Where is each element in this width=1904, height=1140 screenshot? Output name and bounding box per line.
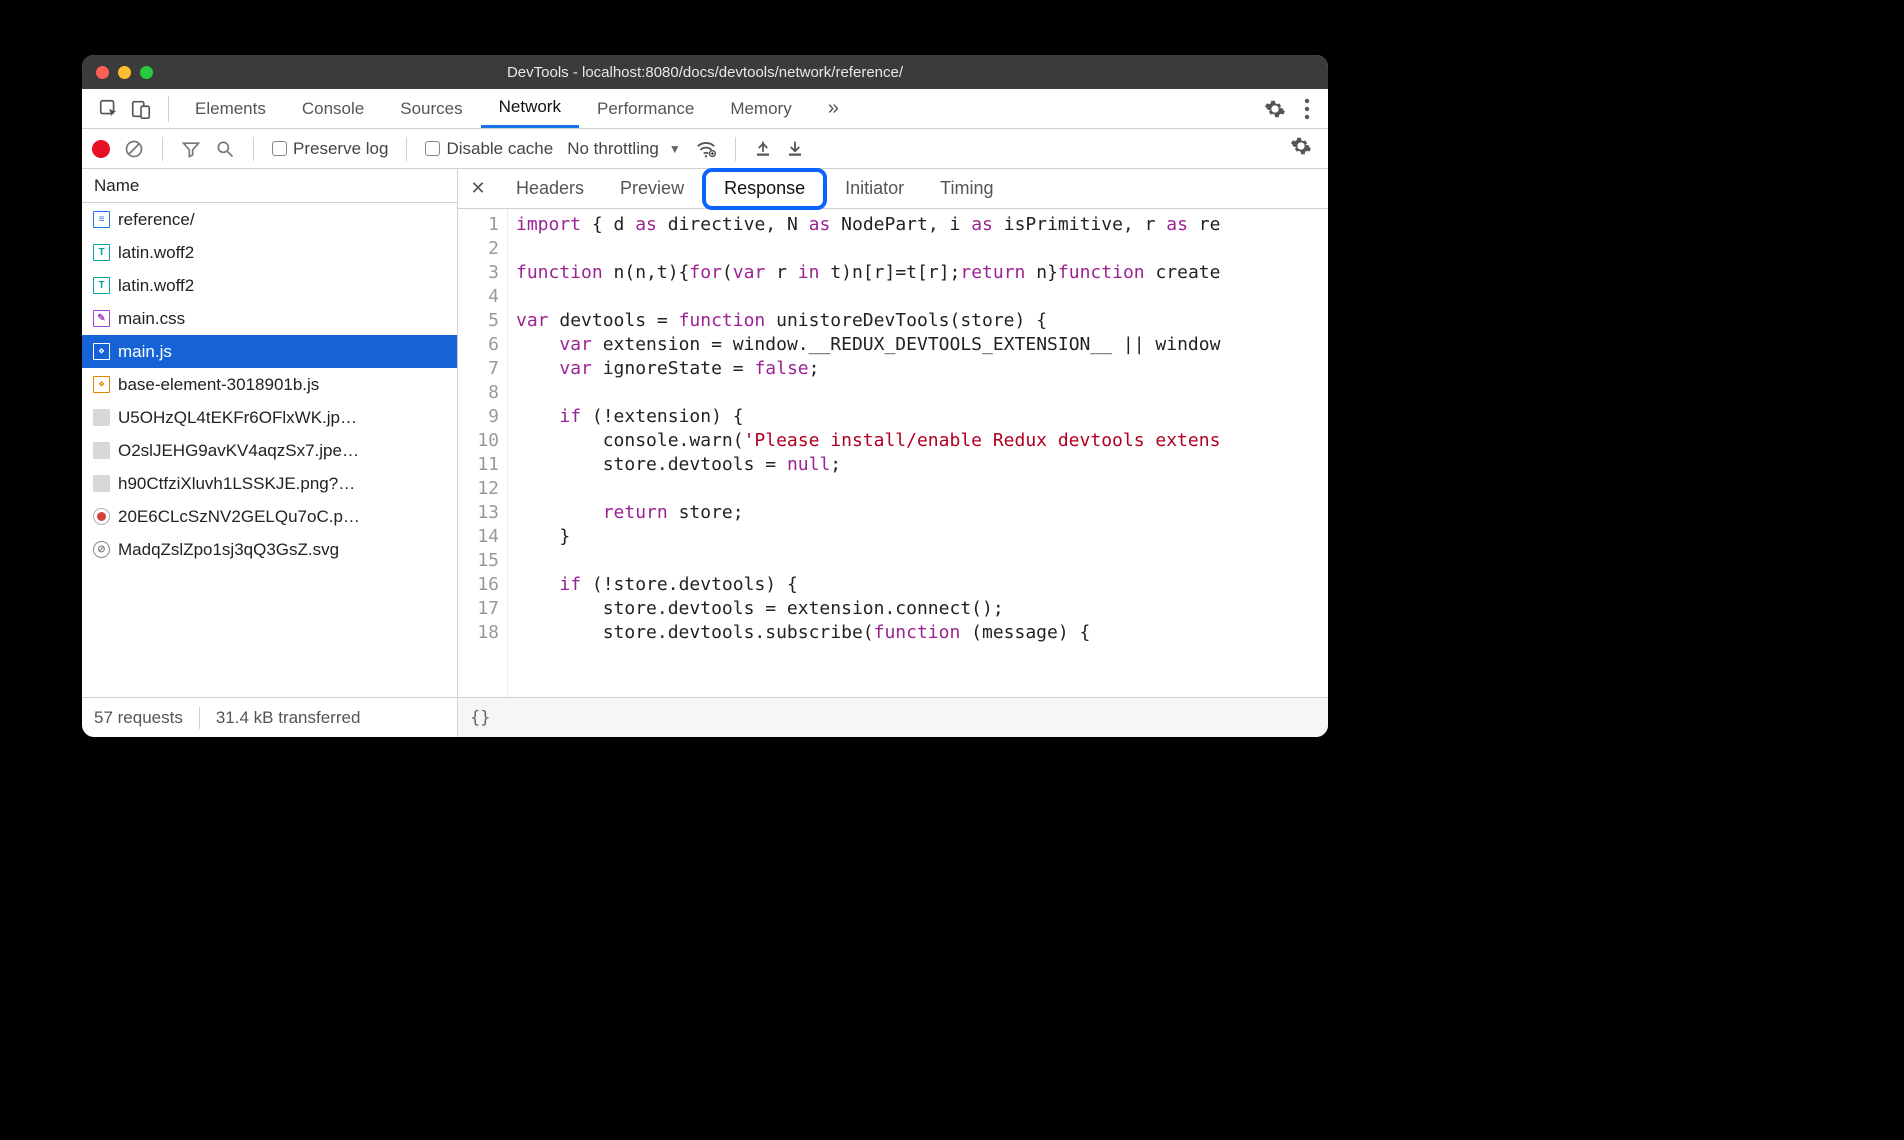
more-tabs-button[interactable]: » — [810, 89, 857, 128]
disable-cache-checkbox[interactable]: Disable cache — [425, 139, 553, 159]
js-file-icon: ⋄ — [93, 343, 110, 360]
font-file-icon: T — [93, 244, 110, 261]
request-name: U5OHzQL4tEKFr6OFlxWK.jp… — [118, 408, 357, 428]
svg-file-icon: ⊘ — [93, 541, 110, 558]
disable-cache-label: Disable cache — [446, 139, 553, 158]
window-title: DevTools - localhost:8080/docs/devtools/… — [82, 64, 1328, 81]
detail-tab-timing[interactable]: Timing — [922, 169, 1011, 208]
separator — [406, 137, 407, 161]
request-row[interactable]: 20E6CLcSzNV2GELQu7oC.p… — [82, 500, 457, 533]
code-content: import { d as directive, N as NodePart, … — [508, 209, 1328, 697]
detail-footer: {} — [458, 697, 1328, 737]
maximize-window-button[interactable] — [140, 66, 153, 79]
request-row[interactable]: U5OHzQL4tEKFr6OFlxWK.jp… — [82, 401, 457, 434]
request-name: MadqZslZpo1sj3qQ3GsZ.svg — [118, 540, 339, 560]
request-name: latin.woff2 — [118, 243, 194, 263]
minimize-window-button[interactable] — [118, 66, 131, 79]
request-list-footer: 57 requests 31.4 kB transferred — [82, 697, 457, 737]
request-name: latin.woff2 — [118, 276, 194, 296]
request-row[interactable]: O2slJEHG9avKV4aqzSx7.jpe… — [82, 434, 457, 467]
record-button[interactable] — [92, 140, 110, 158]
img-file-icon — [93, 442, 110, 459]
search-icon[interactable] — [215, 139, 235, 159]
close-detail-button[interactable]: ✕ — [458, 178, 498, 199]
filter-icon[interactable] — [181, 139, 201, 159]
css-file-icon: ✎ — [93, 310, 110, 327]
request-list: ≡reference/Tlatin.woff2Tlatin.woff2✎main… — [82, 203, 457, 697]
window-controls — [96, 66, 153, 79]
request-row[interactable]: ⋄ base-element-3018901b.js — [82, 368, 457, 401]
request-name: main.css — [118, 309, 185, 329]
panel-tab-elements[interactable]: Elements — [177, 89, 284, 128]
request-row[interactable]: Tlatin.woff2 — [82, 236, 457, 269]
import-har-icon[interactable] — [754, 140, 772, 158]
request-row[interactable]: ⊘ MadqZslZpo1sj3qQ3GsZ.svg — [82, 533, 457, 566]
requests-count: 57 requests — [94, 708, 183, 728]
separator — [735, 137, 736, 161]
request-row[interactable]: h90CtfziXluvh1LSSKJE.png?… — [82, 467, 457, 500]
transferred-size: 31.4 kB transferred — [216, 708, 361, 728]
export-har-icon[interactable] — [786, 140, 804, 158]
pretty-print-button[interactable]: {} — [470, 708, 490, 728]
settings-icon[interactable] — [1264, 98, 1286, 120]
line-gutter: 1 2 3 4 5 6 7 8 9 10 11 12 13 14 15 16 1… — [458, 209, 508, 697]
detail-tab-response[interactable]: Response — [702, 168, 827, 210]
img-file-icon — [93, 475, 110, 492]
separator — [253, 137, 254, 161]
panel-tab-performance[interactable]: Performance — [579, 89, 712, 128]
detail-tab-preview[interactable]: Preview — [602, 169, 702, 208]
request-row[interactable]: ⋄ main.js — [82, 335, 457, 368]
js-file-icon: ⋄ — [93, 376, 110, 393]
request-name: reference/ — [118, 210, 195, 230]
network-body: Name ≡reference/Tlatin.woff2Tlatin.woff2… — [82, 169, 1328, 737]
devtools-window: DevTools - localhost:8080/docs/devtools/… — [82, 55, 1328, 737]
panel-tab-sources[interactable]: Sources — [382, 89, 480, 128]
request-row[interactable]: Tlatin.woff2 — [82, 269, 457, 302]
network-settings-icon[interactable] — [1290, 135, 1312, 157]
request-name: main.js — [118, 342, 172, 362]
chevron-down-icon: ▼ — [669, 142, 681, 156]
network-toolbar: Preserve log Disable cache No throttling… — [82, 129, 1328, 169]
request-row[interactable]: ≡ reference/ — [82, 203, 457, 236]
inspect-element-icon[interactable] — [98, 98, 120, 120]
network-conditions-icon[interactable] — [695, 138, 717, 160]
preserve-log-label: Preserve log — [293, 139, 388, 158]
throttling-dropdown[interactable]: No throttling ▼ — [567, 139, 681, 159]
request-name: O2slJEHG9avKV4aqzSx7.jpe… — [118, 441, 359, 461]
detail-tab-initiator[interactable]: Initiator — [827, 169, 922, 208]
separator — [199, 707, 200, 729]
doc-file-icon: ≡ — [93, 211, 110, 228]
separator — [162, 137, 163, 161]
request-row[interactable]: ✎ main.css — [82, 302, 457, 335]
json-file-icon — [93, 508, 110, 525]
preserve-log-checkbox[interactable]: Preserve log — [272, 139, 388, 159]
clear-icon[interactable] — [124, 139, 144, 159]
titlebar: DevTools - localhost:8080/docs/devtools/… — [82, 55, 1328, 89]
close-window-button[interactable] — [96, 66, 109, 79]
request-name: base-element-3018901b.js — [118, 375, 319, 395]
detail-tab-headers[interactable]: Headers — [498, 169, 602, 208]
column-header-name[interactable]: Name — [82, 169, 457, 203]
kebab-menu-icon[interactable] — [1304, 98, 1310, 120]
separator — [168, 96, 169, 122]
request-name: 20E6CLcSzNV2GELQu7oC.p… — [118, 507, 360, 527]
request-detail-pane: ✕ HeadersPreviewResponseInitiatorTiming … — [458, 169, 1328, 737]
img-file-icon — [93, 409, 110, 426]
device-toolbar-icon[interactable] — [130, 98, 152, 120]
panel-tab-memory[interactable]: Memory — [712, 89, 809, 128]
panel-tabstrip: ElementsConsoleSourcesNetworkPerformance… — [82, 89, 1328, 129]
font-file-icon: T — [93, 277, 110, 294]
request-list-pane: Name ≡reference/Tlatin.woff2Tlatin.woff2… — [82, 169, 458, 737]
panel-tab-console[interactable]: Console — [284, 89, 382, 128]
request-name: h90CtfziXluvh1LSSKJE.png?… — [118, 474, 355, 494]
panel-tab-network[interactable]: Network — [481, 89, 579, 128]
detail-tabstrip: ✕ HeadersPreviewResponseInitiatorTiming — [458, 169, 1328, 209]
response-code-viewer[interactable]: 1 2 3 4 5 6 7 8 9 10 11 12 13 14 15 16 1… — [458, 209, 1328, 697]
throttling-value: No throttling — [567, 139, 659, 159]
